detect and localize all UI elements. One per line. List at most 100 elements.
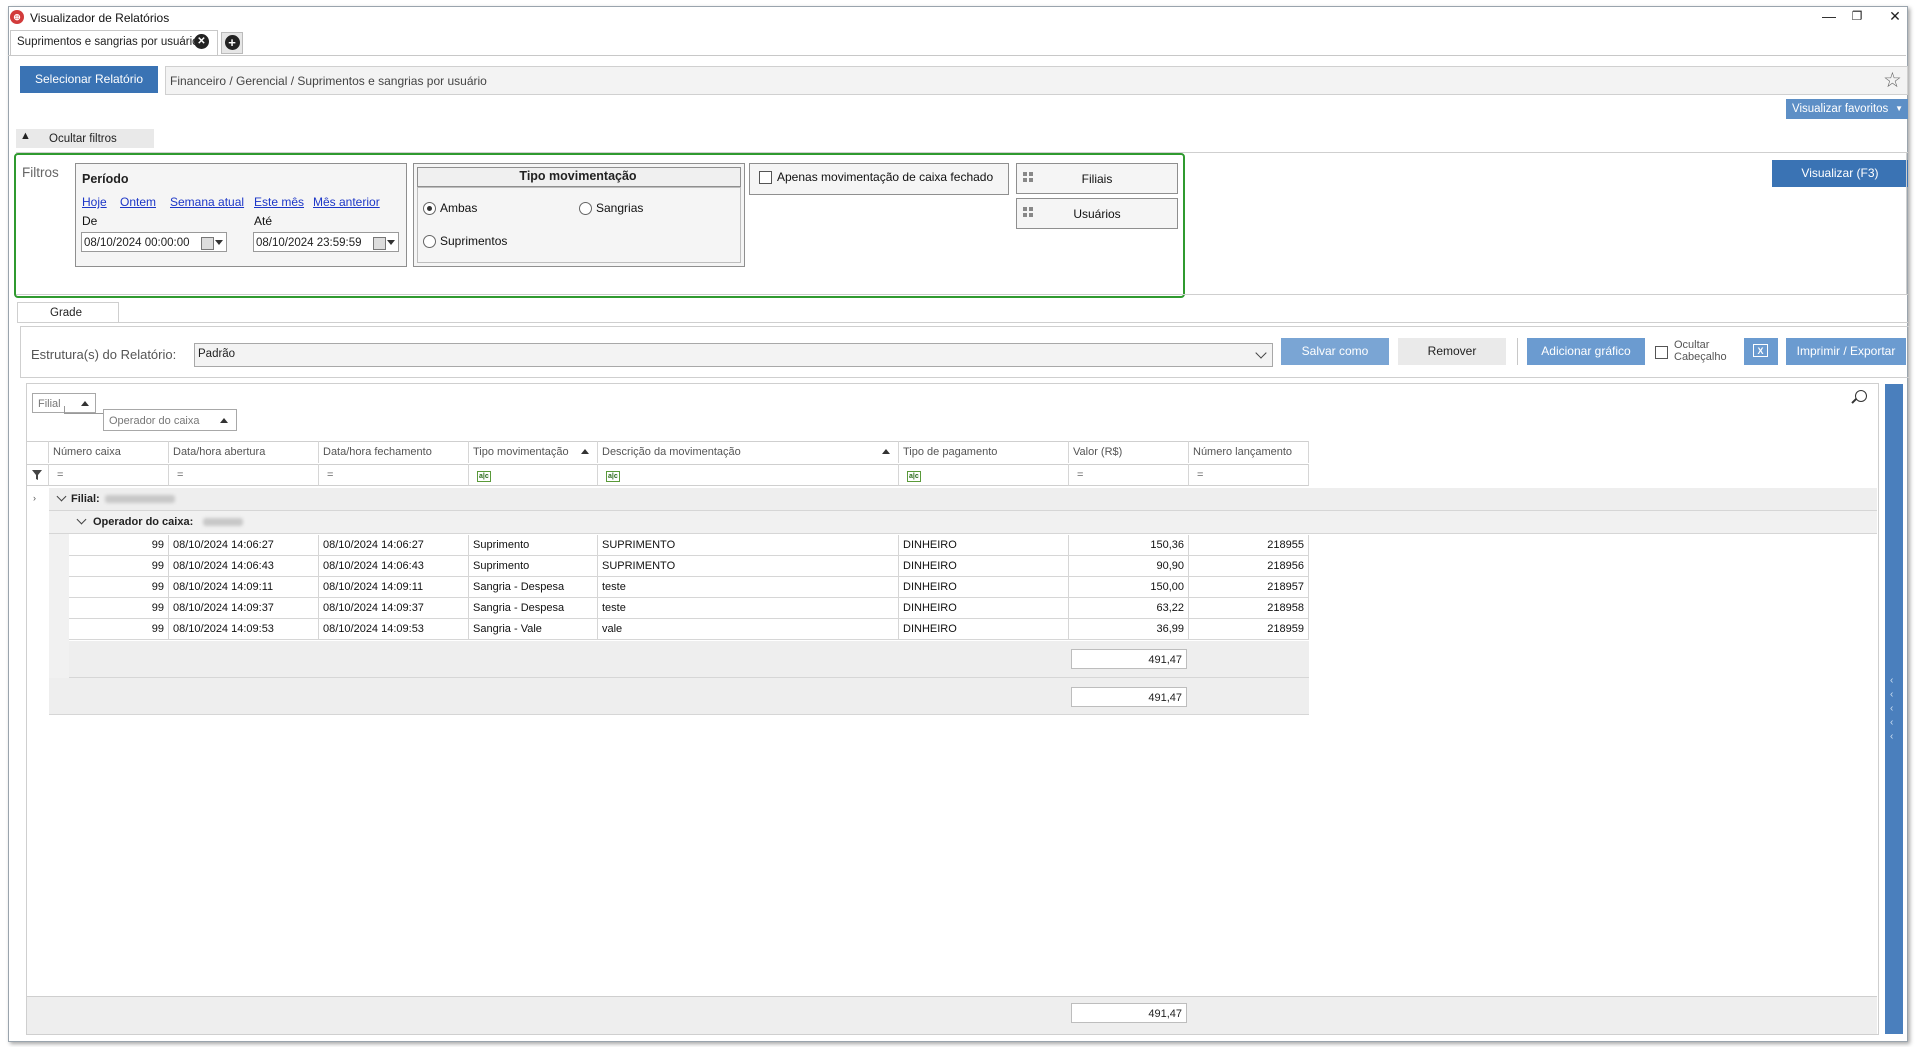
chevron-right-icon[interactable]: › — [33, 493, 36, 503]
cell-valor[interactable]: 150,00 — [1069, 577, 1189, 598]
to-date-input[interactable]: 08/10/2024 23:59:59 — [253, 232, 399, 252]
minimize-button[interactable]: — — [1818, 8, 1840, 24]
cell-numero-lancamento[interactable]: 218958 — [1189, 598, 1309, 619]
cell-tipo-movimentacao[interactable]: Suprimento — [469, 535, 598, 556]
cell-tipo-pagamento[interactable]: DINHEIRO — [899, 598, 1069, 619]
print-export-button[interactable]: Imprimir / Exportar — [1786, 338, 1906, 365]
usuarios-button[interactable]: Usuários — [1016, 198, 1178, 229]
excel-export-button[interactable]: X — [1744, 338, 1778, 365]
favorite-star-icon[interactable]: ☆ — [1883, 68, 1902, 93]
group-chip-operador[interactable]: Operador do caixa — [103, 409, 237, 431]
period-link-este-mes[interactable]: Este mês — [254, 195, 304, 209]
filter-valor[interactable]: = — [1069, 464, 1189, 486]
cell-numero-caixa[interactable]: 99 — [69, 598, 169, 619]
radio-suprimentos[interactable] — [423, 235, 436, 248]
select-report-button[interactable]: Selecionar Relatório — [20, 66, 158, 93]
cell-data-fechamento[interactable]: 08/10/2024 14:09:53 — [319, 619, 469, 640]
structure-select[interactable] — [194, 343, 1273, 367]
visualizar-button[interactable]: Visualizar (F3) — [1772, 160, 1908, 187]
col-tipo-pagamento[interactable]: Tipo de pagamento — [899, 441, 1069, 463]
radio-ambas[interactable] — [423, 202, 436, 215]
cell-numero-lancamento[interactable]: 218956 — [1189, 556, 1309, 577]
filter-tipo-pagamento[interactable]: a|c — [899, 464, 1069, 486]
cell-tipo-movimentacao[interactable]: Sangria - Despesa — [469, 598, 598, 619]
cell-tipo-movimentacao[interactable]: Sangria - Despesa — [469, 577, 598, 598]
cell-valor[interactable]: 150,36 — [1069, 535, 1189, 556]
cell-numero-caixa[interactable]: 99 — [69, 619, 169, 640]
cell-data-fechamento[interactable]: 08/10/2024 14:09:37 — [319, 598, 469, 619]
radio-ambas-label[interactable]: Ambas — [440, 201, 477, 215]
cell-data-abertura[interactable]: 08/10/2024 14:06:27 — [169, 535, 319, 556]
hide-header-label[interactable]: Ocultar Cabeçalho — [1674, 339, 1727, 363]
chevron-down-icon[interactable] — [76, 514, 87, 525]
cell-numero-caixa[interactable]: 99 — [69, 556, 169, 577]
radio-suprimentos-label[interactable]: Suprimentos — [440, 234, 507, 248]
period-link-mes-anterior[interactable]: Mês anterior — [313, 195, 380, 209]
filter-tipo-movimentacao[interactable]: a|c — [469, 464, 598, 486]
tab-close-icon[interactable]: ✕ — [194, 34, 209, 49]
cell-tipo-pagamento[interactable]: DINHEIRO — [899, 619, 1069, 640]
cell-valor[interactable]: 63,22 — [1069, 598, 1189, 619]
cell-descricao[interactable]: SUPRIMENTO — [598, 556, 899, 577]
chevron-down-icon[interactable] — [215, 240, 223, 245]
add-chart-button[interactable]: Adicionar gráfico — [1527, 338, 1645, 365]
radio-sangrias[interactable] — [579, 202, 592, 215]
cell-data-abertura[interactable]: 08/10/2024 14:09:37 — [169, 598, 319, 619]
side-panel-toggle[interactable]: ‹ ‹ ‹ ‹ ‹ — [1885, 384, 1903, 1034]
cell-tipo-pagamento[interactable]: DINHEIRO — [899, 577, 1069, 598]
cell-numero-caixa[interactable]: 99 — [69, 535, 169, 556]
cell-tipo-pagamento[interactable]: DINHEIRO — [899, 535, 1069, 556]
cell-data-fechamento[interactable]: 08/10/2024 14:09:11 — [319, 577, 469, 598]
cell-descricao[interactable]: teste — [598, 577, 899, 598]
filter-numero-caixa[interactable]: = — [49, 464, 169, 486]
chevron-down-icon[interactable] — [387, 240, 395, 245]
filter-data-abertura[interactable]: = — [169, 464, 319, 486]
group-row-filial[interactable]: Filial: — [49, 488, 1877, 511]
col-numero-lancamento[interactable]: Número lançamento — [1189, 441, 1309, 463]
period-link-semana-atual[interactable]: Semana atual — [170, 195, 244, 209]
cell-numero-caixa[interactable]: 99 — [69, 577, 169, 598]
col-data-fechamento[interactable]: Data/hora fechamento — [319, 441, 469, 463]
restore-button[interactable]: ❐ — [1846, 8, 1868, 24]
cell-descricao[interactable]: SUPRIMENTO — [598, 535, 899, 556]
col-data-abertura[interactable]: Data/hora abertura — [169, 441, 319, 463]
save-as-button[interactable]: Salvar como — [1281, 338, 1389, 365]
cell-valor[interactable]: 36,99 — [1069, 619, 1189, 640]
radio-sangrias-label[interactable]: Sangrias — [596, 201, 643, 215]
period-link-hoje[interactable]: Hoje — [82, 195, 107, 209]
cell-tipo-movimentacao[interactable]: Suprimento — [469, 556, 598, 577]
col-tipo-movimentacao[interactable]: Tipo movimentação — [469, 441, 598, 463]
search-icon[interactable] — [1855, 390, 1867, 402]
cell-numero-lancamento[interactable]: 218959 — [1189, 619, 1309, 640]
filter-icon[interactable] — [27, 464, 49, 486]
cell-data-abertura[interactable]: 08/10/2024 14:09:11 — [169, 577, 319, 598]
calendar-icon[interactable] — [373, 237, 386, 250]
cell-valor[interactable]: 90,90 — [1069, 556, 1189, 577]
remove-button[interactable]: Remover — [1398, 338, 1506, 365]
cell-numero-lancamento[interactable]: 218957 — [1189, 577, 1309, 598]
group-row-operador[interactable]: Operador do caixa: — [49, 511, 1877, 534]
chevron-down-icon[interactable] — [56, 491, 67, 502]
filter-descricao[interactable]: a|c — [598, 464, 899, 486]
cell-tipo-pagamento[interactable]: DINHEIRO — [899, 556, 1069, 577]
cell-descricao[interactable]: vale — [598, 619, 899, 640]
col-descricao[interactable]: Descrição da movimentação — [598, 441, 899, 463]
calendar-icon[interactable] — [201, 237, 214, 250]
filiais-button[interactable]: Filiais — [1016, 163, 1178, 194]
period-link-ontem[interactable]: Ontem — [120, 195, 156, 209]
cell-tipo-movimentacao[interactable]: Sangria - Vale — [469, 619, 598, 640]
filter-data-fechamento[interactable]: = — [319, 464, 469, 486]
col-numero-caixa[interactable]: Número caixa — [49, 441, 169, 463]
hide-header-checkbox[interactable] — [1655, 346, 1668, 359]
cell-data-fechamento[interactable]: 08/10/2024 14:06:27 — [319, 535, 469, 556]
cell-data-fechamento[interactable]: 08/10/2024 14:06:43 — [319, 556, 469, 577]
closed-cash-label[interactable]: Apenas movimentação de caixa fechado — [777, 170, 993, 184]
cell-data-abertura[interactable]: 08/10/2024 14:09:53 — [169, 619, 319, 640]
closed-cash-checkbox[interactable] — [759, 171, 772, 184]
view-favorites-button[interactable]: Visualizar favoritos ▼ — [1786, 99, 1908, 119]
filter-numero-lancamento[interactable]: = — [1189, 464, 1309, 486]
from-date-input[interactable]: 08/10/2024 00:00:00 — [81, 232, 227, 252]
cell-data-abertura[interactable]: 08/10/2024 14:06:43 — [169, 556, 319, 577]
cell-descricao[interactable]: teste — [598, 598, 899, 619]
close-button[interactable]: ✕ — [1884, 8, 1906, 24]
